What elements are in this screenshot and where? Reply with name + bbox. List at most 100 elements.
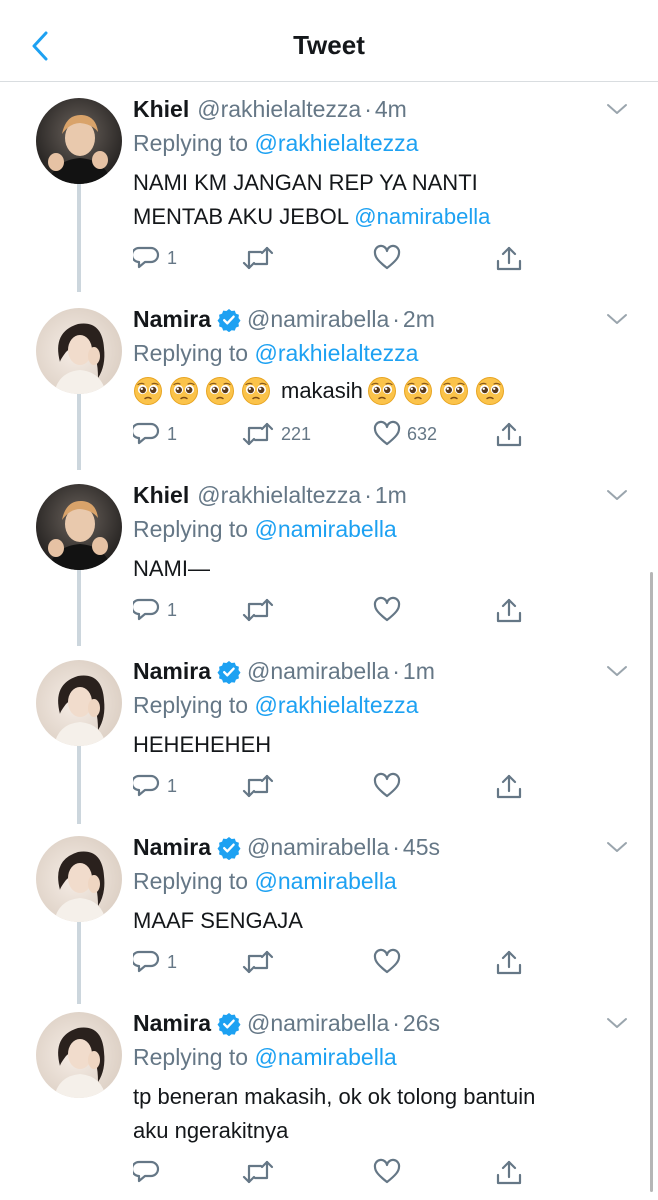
retweet-button[interactable]: 221: [241, 420, 311, 448]
separator-dot: ·: [392, 306, 400, 332]
retweet-button[interactable]: [241, 772, 281, 800]
reply-target-link[interactable]: @rakhielaltezza: [254, 692, 418, 718]
reply-target-link[interactable]: @rakhielaltezza: [254, 340, 418, 366]
timestamp: 26s: [402, 1010, 440, 1036]
verified-badge-icon: [217, 660, 241, 684]
heart-icon: [373, 420, 401, 448]
tweet[interactable]: Khiel @rakhielaltezza · 1m Replying to @…: [0, 470, 658, 646]
reply-button[interactable]: 1: [133, 596, 177, 624]
share-button[interactable]: [495, 244, 523, 272]
handle[interactable]: @namirabella: [247, 658, 389, 685]
avatar[interactable]: [36, 660, 122, 746]
replying-to: Replying to @rakhielaltezza: [133, 340, 418, 367]
retweet-button[interactable]: [241, 1158, 281, 1186]
retweet-icon: [241, 948, 275, 976]
handle[interactable]: @namirabella: [247, 306, 389, 333]
tweet[interactable]: Namira @namirabella · 2m Replying to @ra…: [0, 294, 658, 470]
avatar[interactable]: [36, 1012, 122, 1098]
chevron-down-icon[interactable]: [606, 102, 628, 116]
display-name[interactable]: Namira: [133, 1010, 211, 1037]
tweet-header: Namira @namirabella · 1m: [133, 658, 435, 685]
display-name[interactable]: Namira: [133, 306, 211, 333]
replying-label: Replying to: [133, 516, 249, 542]
like-button[interactable]: [373, 1158, 407, 1186]
share-button[interactable]: [495, 772, 523, 800]
timestamp: 1m: [374, 482, 407, 508]
tweet[interactable]: Namira @namirabella · 26s Replying to @n…: [0, 998, 658, 1200]
top-nav-bar: Tweet: [0, 0, 658, 82]
heart-icon: [373, 772, 401, 800]
reply-button[interactable]: 1: [133, 948, 177, 976]
share-button[interactable]: [495, 1158, 523, 1186]
avatar[interactable]: [36, 836, 122, 922]
display-name[interactable]: Khiel: [133, 482, 189, 509]
replying-to: Replying to @rakhielaltezza: [133, 692, 418, 719]
scrollbar[interactable]: [650, 572, 653, 1192]
pleading-face-emoji-icon: [205, 376, 235, 406]
display-name[interactable]: Namira: [133, 658, 211, 685]
tweet[interactable]: Khiel @rakhielaltezza · 4m Replying to @…: [0, 84, 658, 284]
like-button[interactable]: [373, 244, 407, 272]
reply-target-link[interactable]: @namirabella: [254, 516, 396, 542]
reply-button[interactable]: 1: [133, 772, 177, 800]
tweet[interactable]: Namira @namirabella · 1m Replying to @ra…: [0, 646, 658, 824]
share-button[interactable]: [495, 420, 523, 448]
reply-target-link[interactable]: @namirabella: [254, 1044, 396, 1070]
share-button[interactable]: [495, 948, 523, 976]
retweet-count: 221: [281, 423, 312, 444]
reply-count: 1: [167, 775, 178, 796]
retweet-button[interactable]: [241, 948, 281, 976]
chevron-down-icon[interactable]: [606, 664, 628, 678]
like-button[interactable]: 632: [373, 420, 437, 448]
retweet-button[interactable]: [241, 596, 281, 624]
reply-target-link[interactable]: @namirabella: [254, 868, 396, 894]
avatar[interactable]: [36, 484, 122, 570]
reply-icon: [133, 596, 161, 624]
chevron-down-icon[interactable]: [606, 488, 628, 502]
like-button[interactable]: [373, 948, 407, 976]
chevron-down-icon[interactable]: [606, 840, 628, 854]
tweet-header: Khiel @rakhielaltezza · 1m: [133, 482, 407, 509]
avatar[interactable]: [36, 308, 122, 394]
mention-link[interactable]: @namirabella: [354, 204, 490, 229]
retweet-icon: [241, 772, 275, 800]
share-icon: [495, 948, 523, 976]
handle[interactable]: @namirabella: [247, 1010, 389, 1037]
handle[interactable]: @rakhielaltezza: [197, 96, 361, 123]
retweet-icon: [241, 1158, 275, 1186]
tweet-header: Namira @namirabella · 26s: [133, 1010, 440, 1037]
reply-icon: [133, 772, 161, 800]
tweet-text: MAAF SENGAJA: [133, 908, 303, 933]
retweet-button[interactable]: [241, 244, 281, 272]
share-button[interactable]: [495, 596, 523, 624]
pleading-face-emoji-icon: [403, 376, 433, 406]
verified-badge-icon: [217, 1012, 241, 1036]
avatar[interactable]: [36, 98, 122, 184]
handle[interactable]: @namirabella: [247, 834, 389, 861]
tweet-text: tp beneran makasih, ok ok tolong bantuin…: [133, 1080, 593, 1148]
chevron-down-icon[interactable]: [606, 312, 628, 326]
replying-label: Replying to: [133, 340, 249, 366]
reply-button[interactable]: [133, 1158, 167, 1186]
share-icon: [495, 1158, 523, 1186]
heart-icon: [373, 1158, 401, 1186]
reply-icon: [133, 420, 161, 448]
reply-button[interactable]: 1: [133, 244, 177, 272]
tweet-text-line: NAMI KM JANGAN REP YA NANTI: [133, 170, 478, 195]
action-bar: [133, 1158, 533, 1188]
share-icon: [495, 596, 523, 624]
like-button[interactable]: [373, 772, 407, 800]
display-name[interactable]: Khiel: [133, 96, 189, 123]
reply-button[interactable]: 1: [133, 420, 177, 448]
display-name[interactable]: Namira: [133, 834, 211, 861]
like-button[interactable]: [373, 596, 407, 624]
reply-target-link[interactable]: @rakhielaltezza: [254, 130, 418, 156]
replying-to: Replying to @rakhielaltezza: [133, 130, 418, 157]
page-title: Tweet: [293, 30, 365, 60]
timestamp: 2m: [402, 306, 435, 332]
separator-dot: ·: [364, 96, 372, 122]
chevron-down-icon[interactable]: [606, 1016, 628, 1030]
like-count: 632: [407, 423, 438, 444]
tweet[interactable]: Namira @namirabella · 45s Replying to @n…: [0, 822, 658, 1000]
handle[interactable]: @rakhielaltezza: [197, 482, 361, 509]
